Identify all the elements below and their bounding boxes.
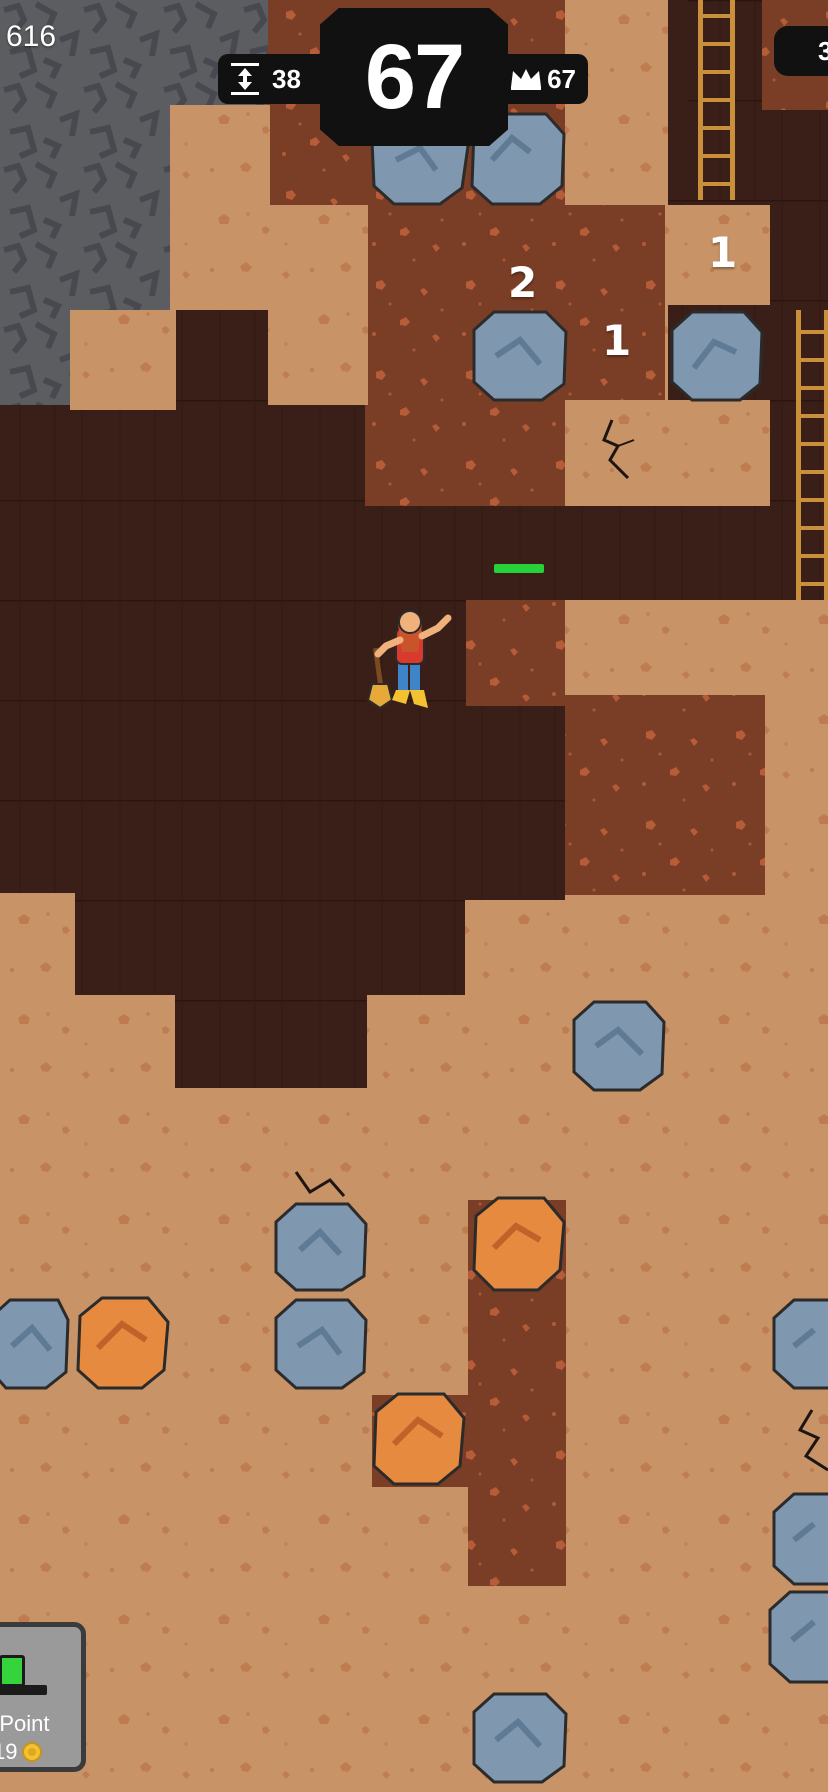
dirt-block[interactable]: [565, 600, 828, 700]
right-counter-pill[interactable]: 3: [774, 26, 828, 76]
stone-block[interactable]: [772, 1298, 828, 1390]
stone-block[interactable]: [670, 310, 764, 402]
stone-block[interactable]: [768, 1590, 828, 1684]
tunnel: [75, 895, 465, 995]
stone-block[interactable]: [274, 1298, 368, 1390]
dirt-block[interactable]: [565, 400, 770, 506]
depth-arrows-icon: [231, 63, 259, 95]
dark-dirt-block[interactable]: [466, 600, 566, 706]
left-counter: 616: [6, 20, 57, 53]
bedrock-wall: [0, 310, 70, 410]
coin-icon: [22, 1742, 43, 1762]
tile-hit-count: 1: [708, 228, 738, 277]
copper-ore-block[interactable]: [76, 1296, 170, 1390]
tunnel: [176, 310, 268, 410]
crown-icon: [511, 69, 542, 90]
tile-hit-count: 1: [602, 316, 632, 365]
health-bar: [494, 564, 544, 573]
green-light-icon: [0, 1655, 25, 1687]
score-box: 67: [320, 8, 508, 146]
dirt-block[interactable]: [465, 990, 565, 1090]
stone-block[interactable]: [0, 1298, 70, 1390]
dirt-block[interactable]: [70, 310, 176, 410]
save-point-cost: 19: [0, 1739, 43, 1765]
score-value: 67: [364, 25, 465, 128]
tunnel: [175, 990, 367, 1088]
save-point-button[interactable]: e Point 19: [0, 1622, 86, 1772]
dark-dirt-block[interactable]: [365, 400, 565, 506]
stone-block[interactable]: [472, 310, 568, 402]
save-point-cost-value: 19: [0, 1739, 18, 1764]
right-counter: 3: [818, 35, 828, 66]
stone-block[interactable]: [472, 1692, 568, 1784]
dark-dirt-block[interactable]: [565, 695, 765, 895]
depth-badge: 38: [218, 54, 336, 104]
save-point-label: e Point: [0, 1711, 50, 1736]
depth-value: 38: [272, 63, 301, 94]
dirt-block[interactable]: [0, 893, 75, 1093]
best-value: 67: [547, 63, 576, 94]
copper-ore-block[interactable]: [472, 1196, 566, 1292]
stone-block[interactable]: [274, 1202, 368, 1292]
stone-block[interactable]: [772, 1492, 828, 1586]
copper-ore-block[interactable]: [372, 1392, 466, 1486]
stone-block[interactable]: [572, 1000, 666, 1092]
hud: 616 38 67 67 3: [0, 0, 828, 160]
mine-playfield[interactable]: [0, 0, 828, 1792]
light-base: [0, 1685, 47, 1695]
dirt-block[interactable]: [268, 205, 368, 405]
tile-hit-count: 2: [508, 258, 538, 307]
